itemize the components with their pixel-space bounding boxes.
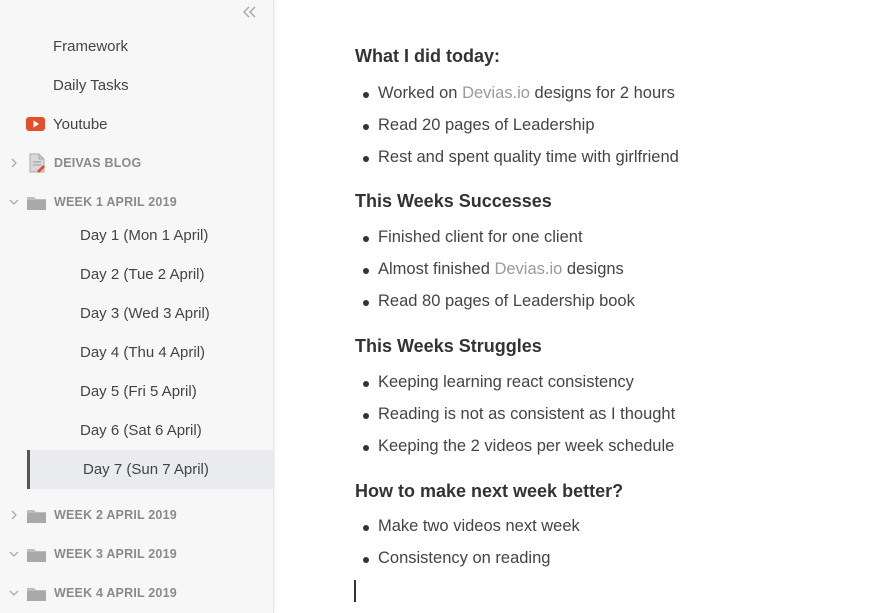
sidebar-item-label: Day 4 (Thu 4 April) [80,343,206,361]
folder-label: WEEK 1 APRIL 2019 [54,195,177,209]
folder-week-4-april-2019[interactable]: WEEK 4 APRIL 2019 [0,574,273,612]
list-item: Keeping the 2 videos per week schedule [362,437,675,455]
list-item: Consistency on reading [362,549,551,567]
folder-icon [27,509,46,523]
folder-label: WEEK 4 APRIL 2019 [54,586,177,600]
section-heading: This Weeks Successes [355,191,552,211]
chevron-down-icon[interactable] [9,588,19,598]
folder-icon [27,196,46,210]
list-item: Make two videos next week [363,517,580,535]
list-item-text: Almost finished [378,260,495,278]
sidebar-item-label: Day 6 (Sat 6 April) [80,421,202,439]
list-item: Finished client for one client [363,228,583,246]
sidebar-item-day-6[interactable]: Day 6 (Sat 6 April) [0,411,273,449]
list-item: Almost finished Devias.io designs [363,260,624,279]
sidebar-item-day-4[interactable]: Day 4 (Thu 4 April) [0,333,273,371]
text-cursor [354,580,356,602]
sidebar: Framework Daily Tasks Youtube DEIVAS BLO… [0,0,274,613]
youtube-icon [26,117,45,131]
devias-link[interactable]: Devias.io [494,260,562,278]
list-item-text: designs [562,260,624,278]
chevron-down-icon[interactable] [9,197,19,207]
section-heading: What I did today: [355,46,500,66]
sidebar-item-label: Day 2 (Tue 2 April) [80,265,205,283]
sidebar-item-label: Daily Tasks [53,76,129,94]
list-item: Read 80 pages of Leadership book [363,292,635,310]
sidebar-item-day-5[interactable]: Day 5 (Fri 5 April) [0,372,273,410]
sidebar-item-label: Day 7 (Sun 7 April) [83,461,209,478]
chevron-right-icon[interactable] [9,510,19,520]
folder-week-3-april-2019[interactable]: WEEK 3 APRIL 2019 [0,535,273,573]
chevron-right-icon[interactable] [9,158,19,168]
sidebar-item-label: Day 1 (Mon 1 April) [80,226,209,244]
folder-deivas-blog[interactable]: DEIVAS BLOG [0,144,273,182]
sidebar-item-youtube[interactable]: Youtube [0,105,273,143]
folder-icon [27,548,46,562]
list-item-text: Worked on [378,84,463,102]
document-icon [29,153,45,173]
sidebar-item-day-1[interactable]: Day 1 (Mon 1 April) [0,216,273,254]
collapse-sidebar-icon[interactable] [240,3,258,21]
list-item: Reading is not as consistent as I though… [362,405,676,423]
document-editor[interactable]: What I did today: Worked on Devias.io de… [275,0,880,613]
folder-icon [27,587,46,601]
folder-label: WEEK 2 APRIL 2019 [54,508,177,522]
list-item: Worked on Devias.io designs for 2 hours [363,84,675,103]
section-heading: How to make next week better? [355,481,624,501]
sidebar-item-label: Youtube [53,115,108,133]
section-heading: This Weeks Struggles [355,336,542,356]
folder-label: DEIVAS BLOG [54,156,142,170]
devias-link[interactable]: Devias.io [462,84,530,102]
sidebar-item-label: Framework [53,37,129,55]
sidebar-item-framework[interactable]: Framework [0,27,273,65]
sidebar-item-day-3[interactable]: Day 3 (Wed 3 April) [0,294,273,332]
list-item: Rest and spent quality time with girlfri… [363,148,679,166]
list-item-text: designs for 2 hours [529,84,675,102]
sidebar-item-label: Day 3 (Wed 3 April) [80,304,210,322]
folder-label: WEEK 3 APRIL 2019 [54,547,177,561]
sidebar-item-daily-tasks[interactable]: Daily Tasks [0,66,273,104]
chevron-down-icon[interactable] [9,549,19,559]
sidebar-item-day-2[interactable]: Day 2 (Tue 2 April) [0,255,273,293]
list-item: Keeping learning react consistency [363,373,634,391]
folder-week-2-april-2019[interactable]: WEEK 2 APRIL 2019 [0,496,273,534]
sidebar-item-label: Day 5 (Fri 5 April) [80,382,197,400]
list-item: Read 20 pages of Leadership [363,116,595,134]
sidebar-item-day-7[interactable]: Day 7 (Sun 7 April) [27,450,273,489]
